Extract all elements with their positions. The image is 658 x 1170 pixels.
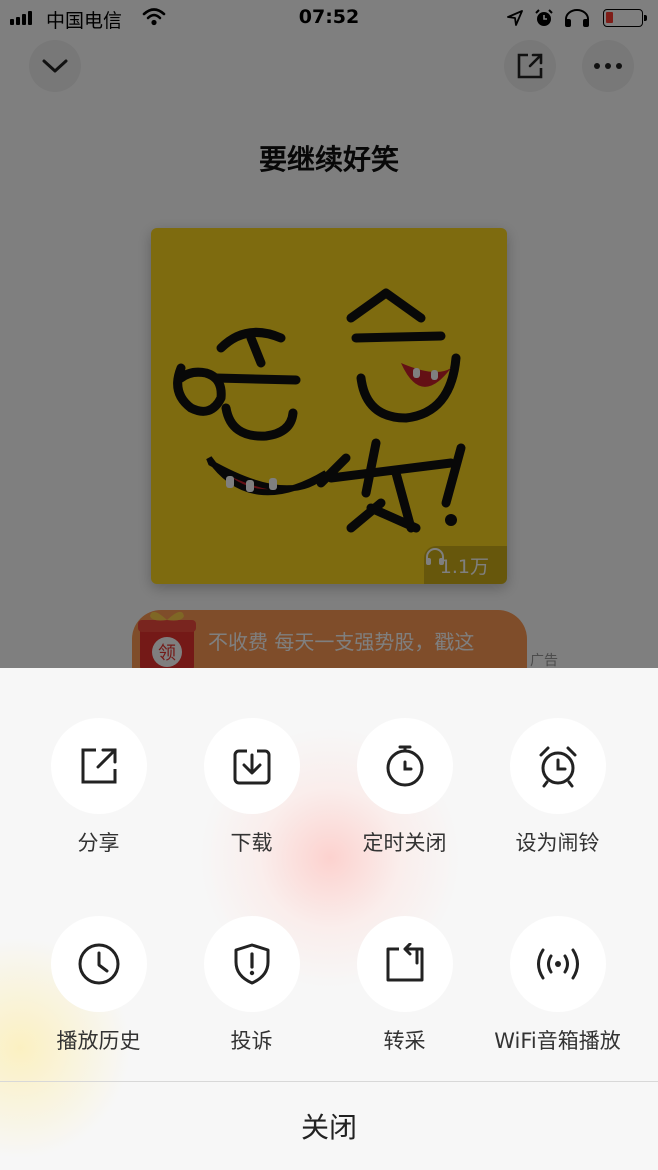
report-icon-circle (203, 916, 300, 1012)
repost-label: 转采 (383, 1029, 426, 1053)
close-button[interactable]: 关闭 (0, 1082, 658, 1170)
sleep-timer-label: 定时关闭 (362, 831, 447, 855)
timer-icon-circle (356, 718, 453, 814)
wifi-speaker-label: WiFi音箱播放 (494, 1029, 621, 1053)
set-alarm-action[interactable]: 设为闹铃 (481, 718, 634, 857)
modal-overlay[interactable] (0, 0, 658, 668)
repost-icon-circle (356, 916, 453, 1012)
share-icon (81, 748, 116, 784)
download-action[interactable]: 下载 (175, 718, 328, 857)
share-icon-circle (50, 718, 147, 814)
report-label: 投诉 (230, 1029, 273, 1053)
wifi-speaker-icon-circle (509, 916, 606, 1012)
download-icon-circle (203, 718, 300, 814)
download-label: 下载 (230, 831, 273, 855)
set-alarm-label: 设为闹铃 (515, 831, 600, 855)
report-shield-icon (234, 943, 269, 985)
wifi-speaker-action[interactable]: WiFi音箱播放 (481, 916, 634, 1055)
alarm-icon-circle (509, 718, 606, 814)
sleep-timer-action[interactable]: 定时关闭 (328, 718, 481, 857)
history-icon-circle (50, 916, 147, 1012)
wifi-speaker-icon (536, 948, 579, 980)
history-clock-icon (78, 943, 119, 985)
download-icon (233, 749, 270, 785)
report-action[interactable]: 投诉 (175, 916, 328, 1055)
play-history-action[interactable]: 播放历史 (22, 916, 175, 1055)
repost-action[interactable]: 转采 (328, 916, 481, 1055)
share-action[interactable]: 分享 (22, 718, 175, 857)
share-label: 分享 (77, 831, 120, 855)
repost-icon (386, 943, 423, 982)
action-sheet: 分享 下载 定时关闭 设为闹铃 播放历史 投诉 转采 WiFi音箱播放 关闭 (0, 668, 658, 1170)
alarm-clock-icon (539, 746, 576, 788)
play-history-label: 播放历史 (56, 1029, 141, 1053)
timer-icon (386, 745, 423, 787)
